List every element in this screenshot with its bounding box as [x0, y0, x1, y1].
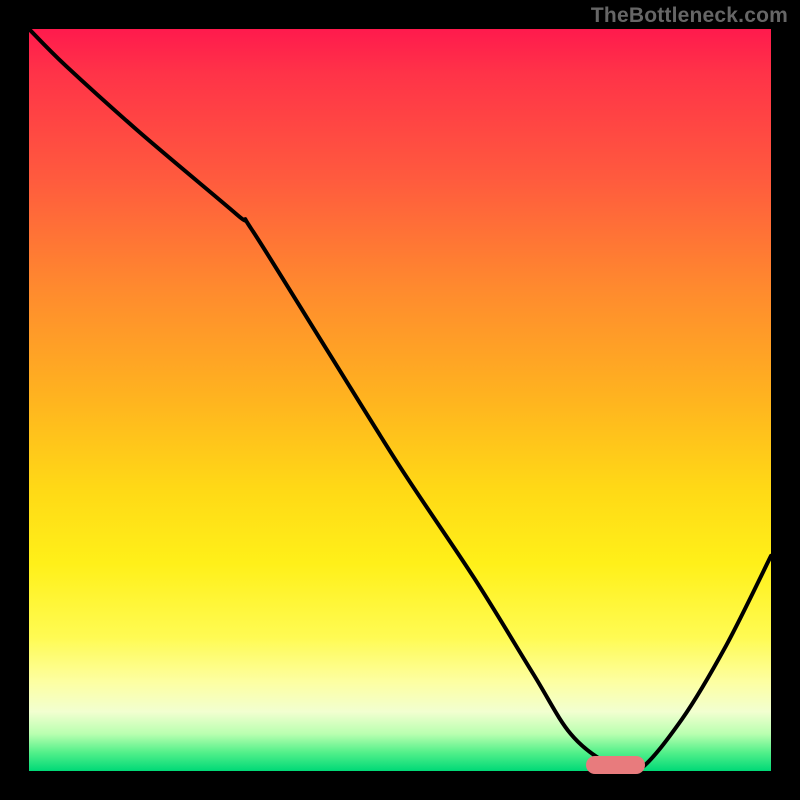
curve-path: [29, 29, 771, 771]
chart-frame: TheBottleneck.com: [0, 0, 800, 800]
optimal-range-marker: [586, 756, 645, 774]
bottleneck-curve: [29, 29, 771, 771]
plot-area: [29, 29, 771, 771]
watermark-text: TheBottleneck.com: [591, 4, 788, 28]
